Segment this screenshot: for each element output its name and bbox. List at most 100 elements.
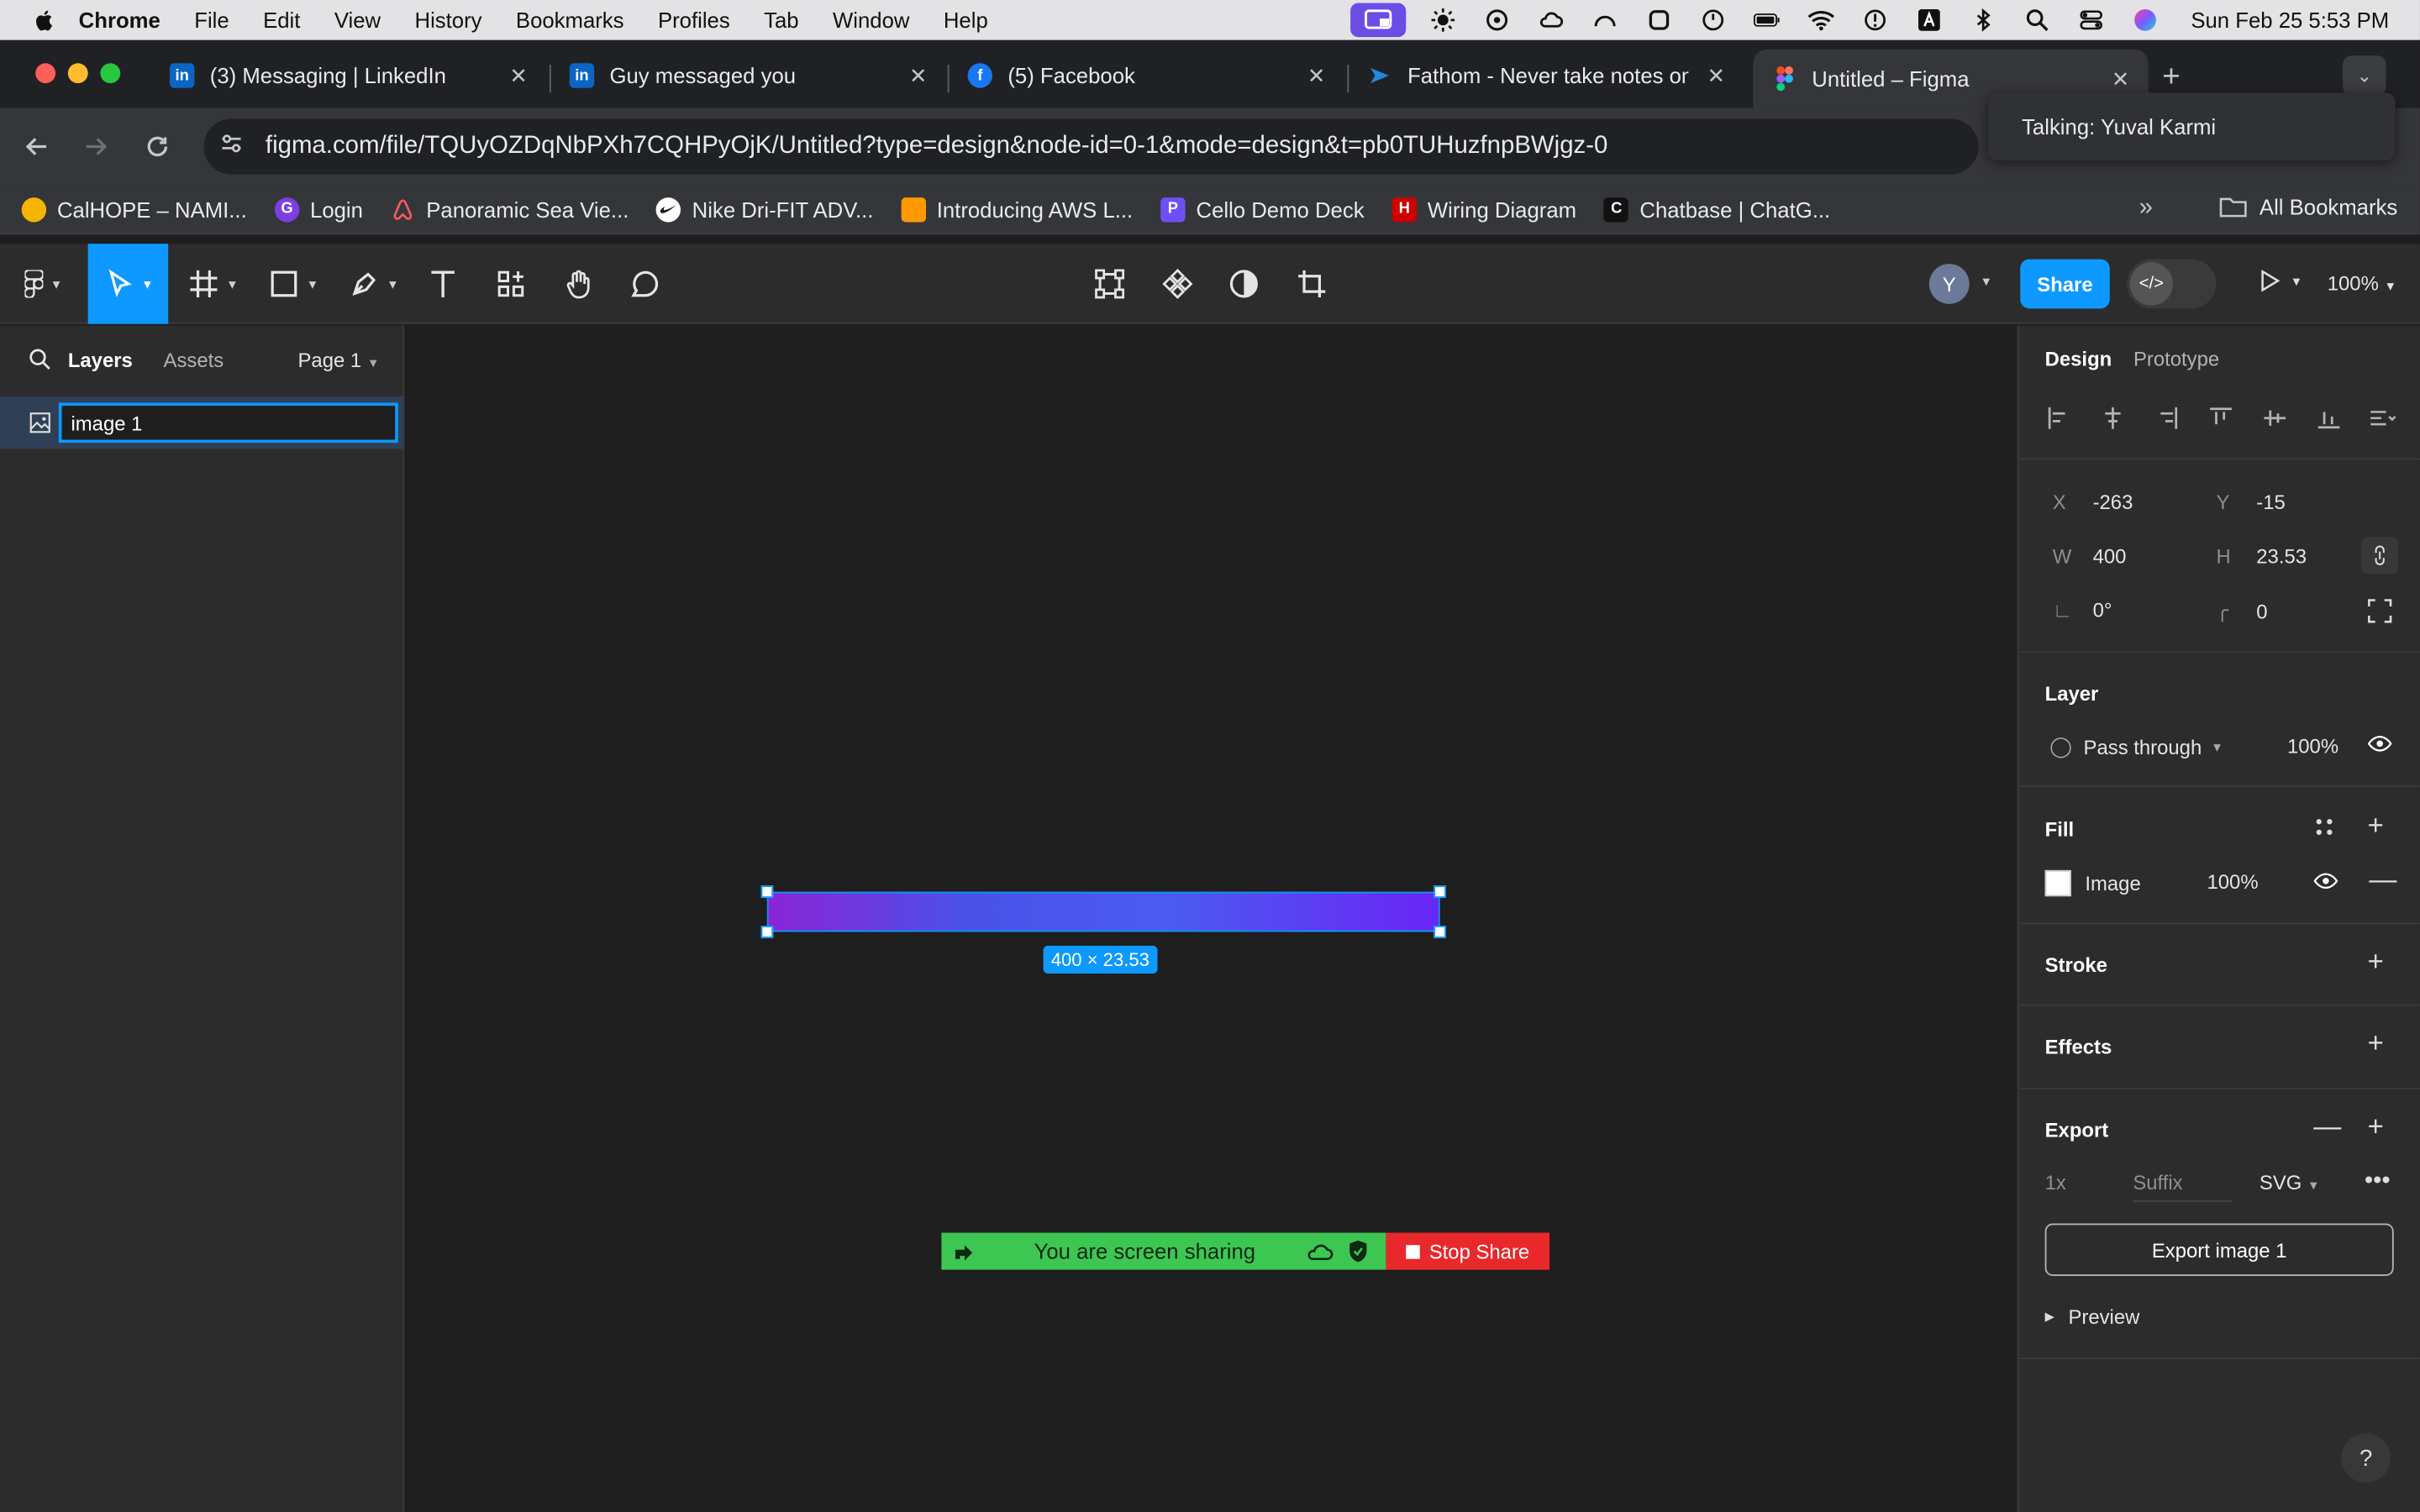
bookmark-calhope[interactable]: CalHOPE – NAMI... <box>21 197 247 222</box>
tab-linkedin-messaging[interactable]: in (3) Messaging | LinkedIn ✕ <box>151 50 546 102</box>
export-image-button[interactable]: Export image 1 <box>2044 1223 2394 1276</box>
resources-tool-button[interactable] <box>491 244 531 324</box>
corner-radius-field[interactable]: ╭ 0 <box>2217 599 2268 623</box>
mask-button[interactable] <box>1224 244 1265 324</box>
move-tool-button[interactable]: ▼ <box>87 244 169 324</box>
chevron-down-icon[interactable]: ▼ <box>2291 275 2303 289</box>
add-stroke-icon[interactable]: + <box>2367 946 2383 979</box>
bookmark-airbnb[interactable]: Panoramic Sea Vie... <box>391 197 629 222</box>
export-suffix-input[interactable]: Suffix <box>2133 1171 2232 1202</box>
vpn-icon[interactable] <box>1480 6 1513 34</box>
add-export-icon[interactable]: + <box>2367 1110 2383 1143</box>
comment-tool-button[interactable] <box>625 244 666 324</box>
search-icon[interactable] <box>28 347 52 371</box>
timer-icon[interactable] <box>1696 6 1729 34</box>
menu-history[interactable]: History <box>414 8 481 32</box>
zoom-window-button[interactable] <box>100 63 121 84</box>
close-window-button[interactable] <box>35 63 56 84</box>
align-vertical-center-icon[interactable] <box>2260 402 2291 433</box>
new-tab-button[interactable]: + <box>2162 60 2180 96</box>
remove-fill-icon[interactable]: — <box>2369 864 2396 897</box>
site-settings-icon[interactable] <box>219 130 247 163</box>
width-field[interactable]: W 400 <box>2053 544 2127 568</box>
image-object[interactable] <box>766 891 1440 932</box>
menu-edit[interactable]: Edit <box>263 8 300 32</box>
tab-linkedin-guy[interactable]: in Guy messaged you ✕ <box>551 50 946 102</box>
export-format-dropdown[interactable]: SVG ▼ <box>2260 1171 2320 1194</box>
all-bookmarks-button[interactable]: All Bookmarks <box>2219 194 2397 219</box>
resize-handle-top-right[interactable] <box>1434 885 1446 898</box>
text-tool-button[interactable] <box>423 244 463 324</box>
y-position-field[interactable]: Y -15 <box>2217 491 2286 514</box>
transform-button[interactable] <box>1090 244 1130 324</box>
share-button[interactable]: Share <box>2020 259 2110 309</box>
resize-handle-bottom-right[interactable] <box>1434 926 1446 938</box>
align-horizontal-center-icon[interactable] <box>2097 402 2128 433</box>
battery-icon[interactable] <box>1749 6 1783 34</box>
align-bottom-icon[interactable] <box>2313 402 2344 433</box>
design-canvas[interactable]: 400 × 23.53 You are screen sharing Stop … <box>406 325 2016 1512</box>
siri-icon[interactable] <box>2128 6 2161 34</box>
bookmark-nike[interactable]: Nike Dri-FIT ADV... <box>656 197 873 222</box>
minimize-window-button[interactable] <box>67 63 88 84</box>
bookmark-login[interactable]: G Login <box>274 197 363 222</box>
shape-tool-button[interactable]: ▼ <box>262 244 324 324</box>
add-fill-icon[interactable]: + <box>2367 810 2383 843</box>
menubar-clock[interactable]: Sun Feb 25 5:53 PM <box>2191 8 2389 32</box>
layer-opacity-field[interactable]: 100% <box>2287 734 2338 758</box>
pen-tool-button[interactable]: ▼ <box>343 244 404 324</box>
layer-row-image[interactable] <box>0 396 405 449</box>
crop-button[interactable] <box>1292 244 1332 324</box>
height-field[interactable]: H 23.53 <box>2217 544 2307 568</box>
export-preview-toggle[interactable]: ▶ Preview <box>2045 1305 2140 1329</box>
menu-app-name[interactable]: Chrome <box>79 8 160 32</box>
present-play-icon[interactable] <box>2256 269 2281 302</box>
close-tab-icon[interactable]: ✕ <box>1304 62 1328 88</box>
main-menu-button[interactable]: ▼ <box>13 244 74 324</box>
sun-icon[interactable] <box>1425 6 1459 34</box>
independent-corners-icon[interactable] <box>2367 599 2392 628</box>
back-button[interactable] <box>20 129 54 163</box>
bookmark-chatbase[interactable]: C Chatbase | ChatG... <box>1604 197 1830 222</box>
user-avatar[interactable]: Y <box>1928 264 1970 304</box>
align-right-icon[interactable] <box>2151 402 2182 433</box>
close-tab-icon[interactable]: ✕ <box>1704 62 1728 88</box>
tab-prototype[interactable]: Prototype <box>2133 347 2219 370</box>
menu-profiles[interactable]: Profiles <box>658 8 730 32</box>
distribute-menu-icon[interactable] <box>2367 402 2398 433</box>
apple-icon[interactable] <box>33 8 57 32</box>
bookmark-aws[interactable]: Introducing AWS L... <box>901 197 1133 222</box>
export-more-options-icon[interactable]: ••• <box>2365 1168 2391 1195</box>
weather-icon[interactable] <box>1534 6 1567 34</box>
sharing-status[interactable]: You are screen sharing <box>941 1232 1386 1270</box>
add-effect-icon[interactable]: + <box>2367 1027 2383 1060</box>
tab-design[interactable]: Design <box>2045 347 2112 370</box>
menu-file[interactable]: File <box>194 8 229 32</box>
x-position-field[interactable]: X -263 <box>2053 491 2133 514</box>
tab-layers[interactable]: Layers <box>68 348 133 371</box>
rotation-field[interactable]: ∟ 0° <box>2053 599 2112 622</box>
stop-share-button[interactable]: Stop Share <box>1386 1232 1550 1270</box>
resize-handle-top-left[interactable] <box>760 885 774 898</box>
menu-window[interactable]: Window <box>833 8 909 32</box>
constrain-proportions-link-icon[interactable] <box>2361 537 2399 575</box>
layer-visibility-eye-icon[interactable] <box>2367 734 2392 758</box>
hand-tool-button[interactable] <box>559 244 599 324</box>
align-top-icon[interactable] <box>2206 402 2237 433</box>
tab-search-button[interactable]: ⌄ <box>2343 55 2386 96</box>
frame-tool-button[interactable]: ▼ <box>182 244 244 324</box>
fill-row[interactable]: Image <box>2044 869 2141 897</box>
input-source-icon[interactable] <box>1912 6 1945 34</box>
create-component-button[interactable] <box>1158 244 1198 324</box>
close-tab-icon[interactable]: ✕ <box>2108 66 2133 92</box>
wifi-icon[interactable] <box>1803 6 1837 34</box>
export-scale-field[interactable]: 1x <box>2045 1171 2066 1194</box>
screen-share-status-icon[interactable] <box>1349 3 1406 38</box>
menu-tab[interactable]: Tab <box>764 8 798 32</box>
activity-icon[interactable] <box>1587 6 1621 34</box>
menu-bookmarks[interactable]: Bookmarks <box>516 8 624 32</box>
info-status-icon[interactable] <box>1858 6 1891 34</box>
fill-visibility-eye-icon[interactable] <box>2313 872 2338 895</box>
close-tab-icon[interactable]: ✕ <box>906 62 930 88</box>
fill-opacity-field[interactable]: 100% <box>2207 870 2258 894</box>
